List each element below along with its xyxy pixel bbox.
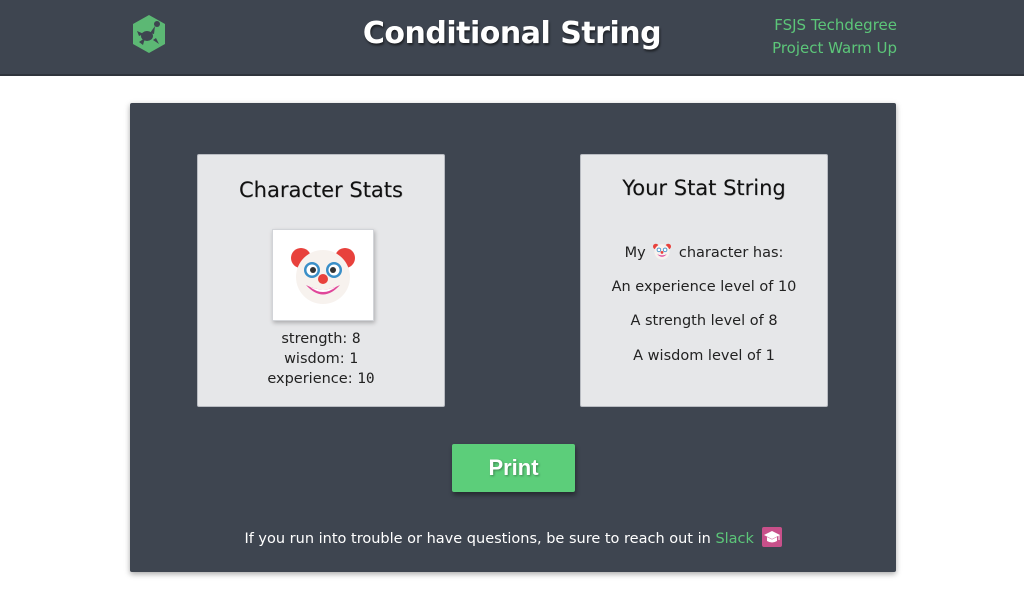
character-stats-title: Character Stats [239, 178, 403, 202]
main-card: Character Stats strength: 8 wisdom: 1 ex… [130, 103, 896, 572]
app-header: Conditional String FSJS Techdegree Proje… [0, 0, 1024, 76]
stats-list: strength: 8 wisdom: 1 experience: 10 [198, 329, 444, 389]
stat-string-line: A wisdom level of 1 [633, 347, 775, 364]
stat-string-output: My character has: An experience level of… [581, 242, 827, 380]
print-button[interactable]: Print [452, 444, 575, 492]
stat-string-intro: My character has: [581, 242, 827, 277]
stat-string-panel: Your Stat String My character has: An ex… [580, 154, 828, 407]
help-message: If you run into trouble or have question… [130, 527, 896, 547]
stat-string-line: A strength level of 8 [630, 313, 778, 329]
slack-link[interactable]: Slack [715, 531, 754, 547]
header-links: FSJS Techdegree Project Warm Up [772, 14, 897, 60]
stat-experience: experience: 10 [267, 371, 375, 387]
character-stats-panel: Character Stats strength: 8 wisdom: 1 ex… [197, 154, 445, 407]
header-link-techdegree[interactable]: FSJS Techdegree [772, 14, 897, 37]
clown-face-icon [653, 243, 672, 260]
stat-string-line: An experience level of 10 [611, 278, 797, 295]
stat-string-title: Your Stat String [622, 176, 786, 200]
clown-face-icon [291, 248, 355, 304]
stat-wisdom: wisdom: 1 [284, 351, 358, 367]
stat-strength: strength: 8 [281, 331, 361, 347]
graduation-cap-icon [761, 527, 782, 547]
character-avatar [272, 229, 374, 321]
header-link-project[interactable]: Project Warm Up [772, 37, 897, 60]
